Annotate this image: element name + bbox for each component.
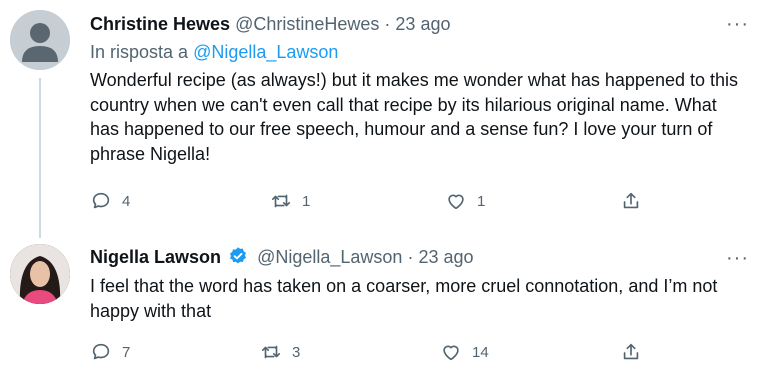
timestamp[interactable]: 23 ago	[418, 247, 473, 267]
author-handle[interactable]: @Nigella_Lawson	[257, 247, 402, 267]
tweet-actions: 7 3 14	[90, 341, 650, 367]
tweet-text: Wonderful recipe (as always!) but it mak…	[90, 70, 738, 164]
reply-icon	[92, 343, 110, 360]
reply-count: 4	[122, 192, 131, 210]
retweet-button[interactable]: 3	[260, 341, 300, 363]
avatar-nigella-lawson[interactable]	[10, 244, 70, 304]
author-handle[interactable]: @ChristineHewes	[235, 14, 379, 34]
like-icon	[443, 345, 459, 361]
more-icon[interactable]: ···	[726, 248, 749, 268]
separator-dot: ·	[384, 14, 391, 34]
reply-count: 7	[122, 343, 131, 361]
like-button[interactable]: 14	[440, 341, 489, 363]
separator-dot: ·	[407, 247, 414, 267]
like-button[interactable]: 1	[445, 190, 485, 212]
author-name[interactable]: Christine Hewes	[90, 14, 230, 34]
like-icon	[448, 194, 464, 210]
verified-badge-icon	[229, 247, 247, 264]
reply-button[interactable]: 7	[90, 341, 130, 363]
share-button[interactable]	[620, 341, 642, 363]
retweet-count: 3	[292, 343, 301, 361]
tweet-text: I feel that the word has taken on a coar…	[90, 276, 718, 321]
reply-context: In risposta a @Nigella_Lawson	[90, 42, 338, 63]
tweet-actions: 4 1 1	[90, 190, 650, 216]
share-icon	[623, 192, 639, 209]
more-icon[interactable]: ···	[726, 14, 749, 34]
retweet-icon	[261, 345, 281, 359]
tweet-header: Nigella Lawson @Nigella_Lawson · 23 ago	[90, 246, 474, 268]
retweet-count: 1	[302, 192, 311, 210]
share-button[interactable]	[620, 190, 642, 212]
tweet-header: Christine Hewes @ChristineHewes · 23 ago	[90, 14, 450, 35]
retweet-button[interactable]: 1	[270, 190, 310, 212]
share-icon	[623, 343, 639, 360]
like-count: 14	[472, 343, 489, 361]
retweet-icon	[271, 194, 291, 208]
like-count: 1	[477, 192, 486, 210]
reply-prefix: In risposta a	[90, 42, 189, 62]
timestamp[interactable]: 23 ago	[395, 14, 450, 34]
avatar-christine-hewes[interactable]	[10, 10, 70, 70]
thread-connector-line	[39, 78, 41, 238]
reply-button[interactable]: 4	[90, 190, 130, 212]
author-name[interactable]: Nigella Lawson	[90, 247, 221, 267]
reply-handle-link[interactable]: @Nigella_Lawson	[193, 42, 338, 62]
reply-icon	[92, 192, 110, 209]
